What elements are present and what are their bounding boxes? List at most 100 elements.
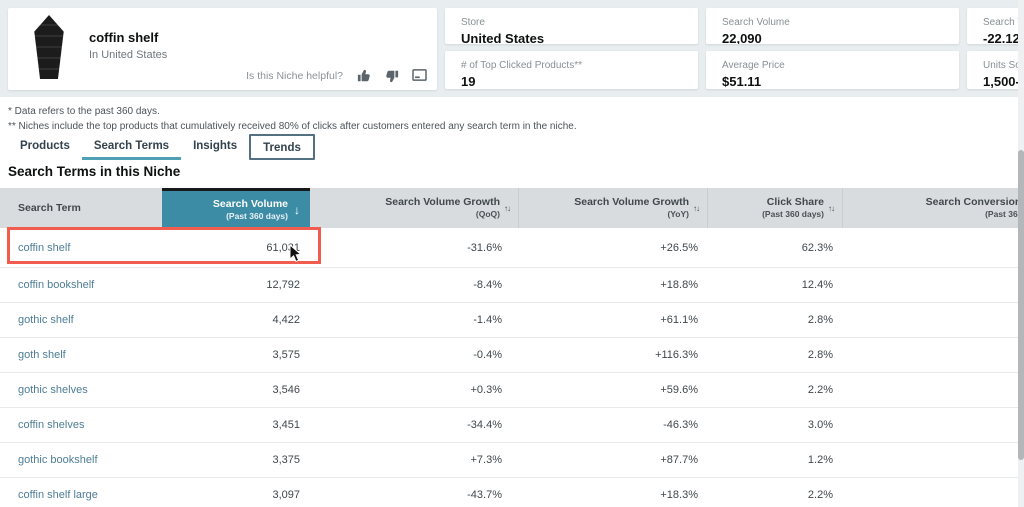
search-term-link[interactable]: coffin bookshelf: [18, 279, 94, 291]
thumbs-down-icon[interactable]: [384, 68, 399, 83]
growth-yoy-cell: +61.1%: [518, 303, 707, 337]
search-volume-cell: 3,451: [162, 408, 310, 442]
click-share-cell: 3.0%: [707, 408, 842, 442]
growth-yoy-cell: +18.8%: [518, 268, 707, 302]
niche-subtitle: In United States: [89, 49, 167, 61]
table-row: coffin shelves 3,451 -34.4% -46.3% 3.0%: [0, 408, 1024, 443]
growth-yoy-cell: +18.3%: [518, 478, 707, 507]
stat-label: # of Top Clicked Products**: [461, 60, 682, 71]
table-header-row: Search Term Search Volume (Past 360 days…: [0, 188, 1024, 228]
search-volume-cell: 3,546: [162, 373, 310, 407]
search-volume-cell: 61,031: [162, 228, 310, 267]
search-volume-cell: 3,375: [162, 443, 310, 477]
search-volume-cell: 3,575: [162, 338, 310, 372]
click-share-cell: 2.2%: [707, 478, 842, 507]
search-volume-cell: 12,792: [162, 268, 310, 302]
stat-card-average-price: Average Price $51.11: [706, 51, 959, 89]
tab-search-terms[interactable]: Search Terms: [82, 134, 181, 160]
table-row: coffin shelf large 3,097 -43.7% +18.3% 2…: [0, 478, 1024, 507]
scrollbar-thumb[interactable]: [1018, 150, 1024, 460]
sort-arrows-icon[interactable]: ↑↓: [828, 204, 834, 213]
comment-icon[interactable]: [412, 68, 427, 83]
search-term-link[interactable]: gothic shelf: [18, 314, 74, 326]
growth-yoy-cell: +116.3%: [518, 338, 707, 372]
search-term-link[interactable]: coffin shelf: [18, 242, 70, 254]
thumbs-up-icon[interactable]: [356, 68, 371, 83]
click-share-cell: 12.4%: [707, 268, 842, 302]
table-row: gothic shelves 3,546 +0.3% +59.6% 2.2%: [0, 373, 1024, 408]
click-share-cell: 2.8%: [707, 338, 842, 372]
growth-qoq-cell: +7.3%: [310, 443, 518, 477]
stat-card-store: Store United States: [445, 8, 698, 44]
stat-label: Average Price: [722, 60, 943, 71]
stat-value: United States: [461, 31, 682, 44]
growth-qoq-cell: -34.4%: [310, 408, 518, 442]
table-row: coffin bookshelf 12,792 -8.4% +18.8% 12.…: [0, 268, 1024, 303]
growth-yoy-cell: +59.6%: [518, 373, 707, 407]
niche-summary-card: coffin shelf In United States Is this Ni…: [8, 8, 437, 90]
search-term-link[interactable]: coffin shelves: [18, 419, 84, 431]
conversion-rate-cell: [842, 478, 1024, 507]
vertical-scrollbar[interactable]: [1018, 0, 1024, 507]
table-body: coffin shelf 61,031 -31.6% +26.5% 62.3% …: [0, 228, 1024, 507]
stat-label: Search Volume: [722, 17, 943, 28]
column-header-search-term[interactable]: Search Term: [0, 188, 162, 228]
tab-bar: Products Search Terms Insights Trends: [8, 134, 315, 160]
stat-value: 22,090: [722, 31, 943, 44]
conversion-rate-cell: [842, 338, 1024, 372]
helpful-prompt: Is this Niche helpful?: [246, 70, 343, 82]
growth-qoq-cell: -31.6%: [310, 228, 518, 267]
footnote-1: * Data refers to the past 360 days.: [8, 104, 577, 119]
mouse-cursor: [289, 244, 302, 268]
stat-card-units-sold: Units Sold* 1,500-2,000: [967, 51, 1024, 89]
growth-yoy-cell: -46.3%: [518, 408, 707, 442]
column-header-growth-yoy[interactable]: Search Volume Growth (YoY) ↑↓: [518, 188, 707, 228]
sort-arrows-icon[interactable]: ↑↓: [693, 204, 699, 213]
search-volume-cell: 3,097: [162, 478, 310, 507]
conversion-rate-cell: [842, 408, 1024, 442]
growth-qoq-cell: -1.4%: [310, 303, 518, 337]
table-row: coffin shelf 61,031 -31.6% +26.5% 62.3%: [0, 228, 1024, 268]
growth-qoq-cell: -0.4%: [310, 338, 518, 372]
column-header-conversion-rate[interactable]: Search Conversion Rate (Past 360 days): [842, 188, 1024, 228]
growth-qoq-cell: -43.7%: [310, 478, 518, 507]
stat-value: 19: [461, 74, 682, 89]
conversion-rate-cell: [842, 268, 1024, 302]
stat-card-top-clicked-products: # of Top Clicked Products** 19: [445, 51, 698, 89]
stat-label: Store: [461, 17, 682, 28]
growth-yoy-cell: +26.5%: [518, 228, 707, 267]
main-content-panel: * Data refers to the past 360 days. ** N…: [0, 97, 1024, 507]
click-share-cell: 62.3%: [707, 228, 842, 267]
tab-trends[interactable]: Trends: [249, 134, 315, 160]
search-term-link[interactable]: gothic bookshelf: [18, 454, 98, 466]
table-row: gothic bookshelf 3,375 +7.3% +87.7% 1.2%: [0, 443, 1024, 478]
conversion-rate-cell: [842, 443, 1024, 477]
column-header-growth-qoq[interactable]: Search Volume Growth (QoQ) ↑↓: [310, 188, 518, 228]
stat-value: $51.11: [722, 74, 943, 89]
search-term-link[interactable]: goth shelf: [18, 349, 66, 361]
search-term-link[interactable]: coffin shelf large: [18, 489, 98, 501]
sort-arrows-icon[interactable]: ↑↓: [504, 204, 510, 213]
click-share-cell: 2.2%: [707, 373, 842, 407]
search-volume-cell: 4,422: [162, 303, 310, 337]
growth-qoq-cell: -8.4%: [310, 268, 518, 302]
column-header-click-share[interactable]: Click Share (Past 360 days) ↑↓: [707, 188, 842, 228]
niche-title: coffin shelf: [89, 30, 158, 45]
search-term-link[interactable]: gothic shelves: [18, 384, 88, 396]
stat-card-search-volume: Search Volume 22,090: [706, 8, 959, 44]
table-row: goth shelf 3,575 -0.4% +116.3% 2.8%: [0, 338, 1024, 373]
niche-product-image: [33, 15, 65, 79]
tab-insights[interactable]: Insights: [181, 134, 249, 160]
click-share-cell: 1.2%: [707, 443, 842, 477]
stat-card-search-volume-growth: Search Volume Growth -22.12%: [967, 8, 1024, 44]
tab-products[interactable]: Products: [8, 134, 82, 160]
footnote-2: ** Niches include the top products that …: [8, 119, 577, 134]
click-share-cell: 2.8%: [707, 303, 842, 337]
growth-yoy-cell: +87.7%: [518, 443, 707, 477]
conversion-rate-cell: [842, 228, 1024, 267]
arrow-down-icon[interactable]: ↓: [294, 203, 300, 217]
search-terms-table: Search Term Search Volume (Past 360 days…: [0, 188, 1024, 507]
table-row: gothic shelf 4,422 -1.4% +61.1% 2.8%: [0, 303, 1024, 338]
conversion-rate-cell: [842, 303, 1024, 337]
column-header-search-volume[interactable]: Search Volume (Past 360 days) ↓: [162, 188, 310, 228]
